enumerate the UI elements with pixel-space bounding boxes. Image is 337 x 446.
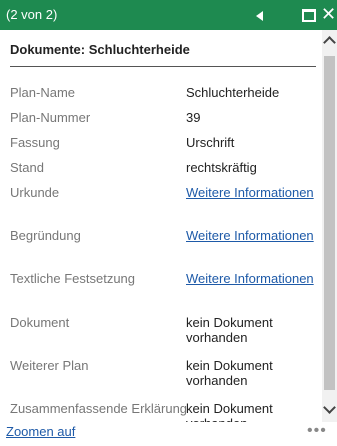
previous-feature-icon[interactable] — [256, 11, 263, 21]
weitere-informationen-link[interactable]: Weitere Informationen — [186, 271, 314, 286]
scrollbar-thumb[interactable] — [324, 56, 335, 390]
vertical-scrollbar[interactable] — [322, 30, 337, 422]
zoom-to-link[interactable]: Zoomen auf — [6, 424, 75, 439]
attribute-value: Weitere Informationen — [186, 185, 316, 200]
close-icon[interactable]: ✕ — [321, 4, 336, 24]
popup-titlebar: (2 von 2) ✕ — [0, 0, 337, 30]
attribute-label: Zusammenfassende Erklärung — [10, 401, 188, 416]
attribute-label: Fassung — [10, 135, 60, 150]
weitere-informationen-link[interactable]: Weitere Informationen — [186, 228, 314, 243]
attribute-value: Weitere Informationen — [186, 271, 316, 286]
maximize-icon[interactable] — [302, 9, 316, 22]
attribute-value: 39 — [186, 110, 201, 125]
scroll-down-icon[interactable] — [323, 401, 336, 414]
attribute-label: Plan-Nummer — [10, 110, 91, 125]
attribute-label: Textliche Festsetzung — [10, 271, 136, 286]
weitere-informationen-link[interactable]: Weitere Informationen — [186, 185, 314, 200]
popup-window: (2 von 2) ✕ Dokumente: Schluchterheide P… — [0, 0, 337, 446]
attribute-label: Urkunde — [10, 185, 60, 200]
popup-title: Dokumente: Schluchterheide — [10, 42, 316, 67]
feature-pager: (2 von 2) — [6, 7, 58, 22]
attribute-label: Begründung — [10, 228, 81, 243]
more-options-icon[interactable]: ••• — [307, 422, 327, 440]
attribute-label: Plan-Name — [10, 85, 76, 100]
attribute-label: Stand — [10, 160, 44, 175]
attribute-value: rechtskräftig — [186, 160, 257, 175]
attribute-value: Urschrift — [186, 135, 235, 150]
attribute-value: kein Dokument vorhanden — [186, 358, 273, 388]
attribute-value: kein Dokument vorhanden — [186, 315, 273, 345]
attribute-value: Weitere Informationen — [186, 228, 316, 243]
attribute-value: Schluchterheide — [186, 85, 280, 100]
scroll-up-icon[interactable] — [323, 36, 336, 49]
attribute-label: Dokument — [10, 315, 70, 330]
popup-footer: Zoomen auf ••• — [0, 422, 337, 446]
attribute-label: Weiterer Plan — [10, 358, 89, 373]
